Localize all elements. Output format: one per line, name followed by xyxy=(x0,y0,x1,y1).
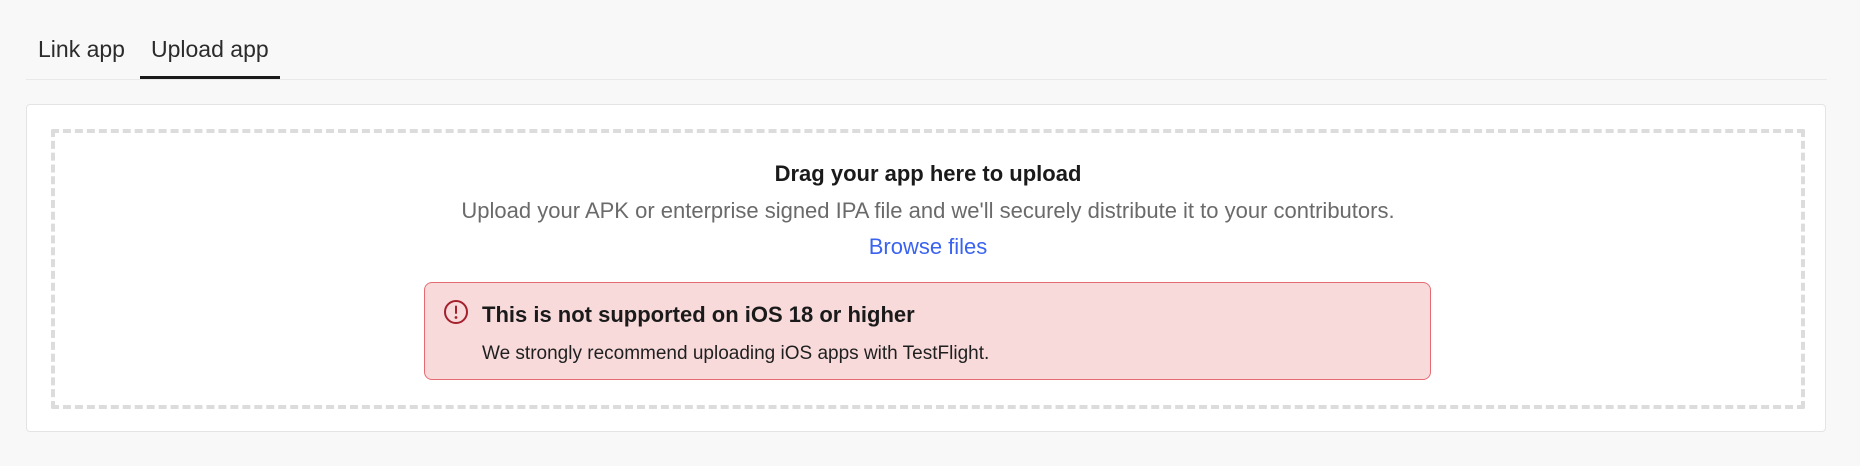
drop-zone-subtitle: Upload your APK or enterprise signed IPA… xyxy=(461,198,1395,223)
upload-page: Link app Upload app Drag your app here t… xyxy=(0,0,1860,466)
alert-title: This is not supported on iOS 18 or highe… xyxy=(482,302,915,327)
tab-link-app[interactable]: Link app xyxy=(38,22,125,78)
ios-warning-alert: This is not supported on iOS 18 or highe… xyxy=(424,282,1431,380)
drop-zone[interactable]: Drag your app here to upload Upload your… xyxy=(51,129,1805,409)
tab-bar: Link app Upload app xyxy=(26,22,1827,80)
drop-zone-title: Drag your app here to upload xyxy=(774,161,1082,186)
upload-panel: Drag your app here to upload Upload your… xyxy=(26,104,1826,432)
alert-message: We strongly recommend uploading iOS apps… xyxy=(482,343,990,364)
browse-files-link[interactable]: Browse files xyxy=(55,234,1801,260)
tab-upload-app[interactable]: Upload app xyxy=(140,22,280,79)
exclamation-circle-icon xyxy=(443,299,469,325)
